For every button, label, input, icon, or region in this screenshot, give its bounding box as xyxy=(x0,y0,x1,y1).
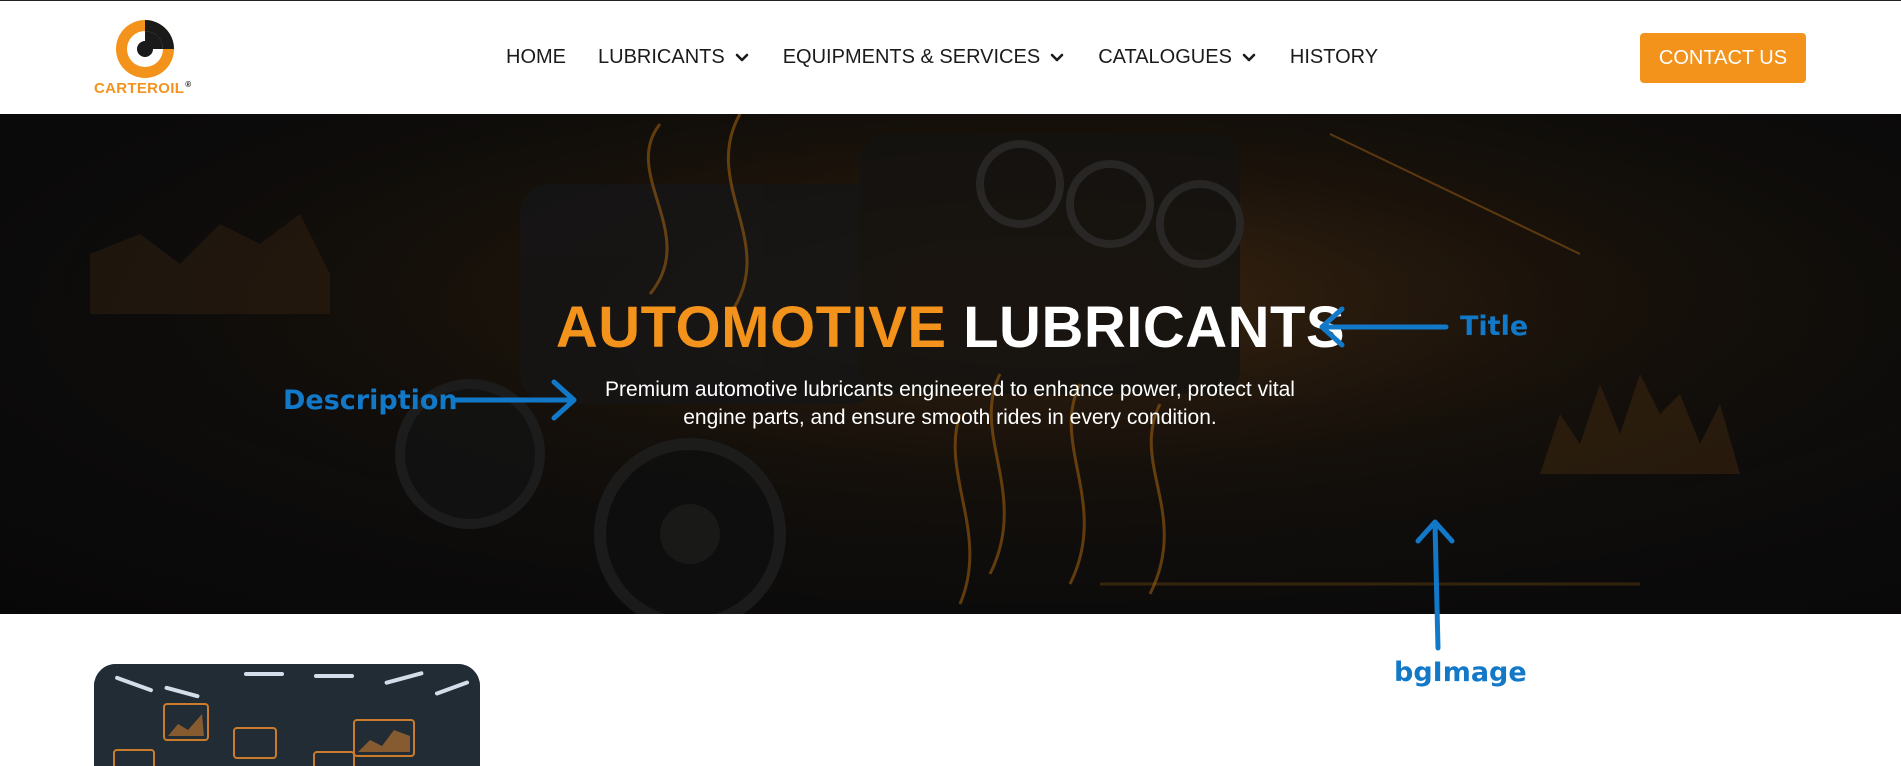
main-nav: HOME LUBRICANTS EQUIPMENTS & SERVICES CA… xyxy=(506,1,1378,114)
hero-banner: AUTOMOTIVE LUBRICANTS Premium automotive… xyxy=(0,114,1901,614)
contact-us-button[interactable]: CONTACT US xyxy=(1640,33,1806,83)
nav-item-label: CATALOGUES xyxy=(1098,46,1232,68)
site-header: CARTEROIL® HOME LUBRICANTS EQUIPMENTS & … xyxy=(0,1,1901,114)
nav-item-catalogues[interactable]: CATALOGUES xyxy=(1098,46,1258,69)
logo-mark-icon xyxy=(116,20,174,78)
logo-text: CARTEROIL® xyxy=(94,80,192,97)
nav-item-home[interactable]: HOME xyxy=(506,46,566,69)
nav-item-label: LUBRICANTS xyxy=(598,46,725,68)
nav-item-history[interactable]: HISTORY xyxy=(1290,46,1378,69)
annotation-bgimage: bgImage xyxy=(1394,657,1527,688)
nav-item-label: EQUIPMENTS & SERVICES xyxy=(782,46,1041,68)
annotation-description: Description xyxy=(283,385,458,416)
chevron-down-icon xyxy=(735,53,749,61)
hero-title: AUTOMOTIVE LUBRICANTS xyxy=(0,294,1901,361)
nav-item-lubricants[interactable]: LUBRICANTS xyxy=(598,46,751,69)
hero-title-accent: AUTOMOTIVE xyxy=(555,295,947,360)
hero-title-main: LUBRICANTS xyxy=(963,295,1346,360)
chevron-down-icon xyxy=(1242,53,1256,61)
warehouse-image xyxy=(94,664,480,766)
nav-item-equipments-services[interactable]: EQUIPMENTS & SERVICES xyxy=(783,46,1066,69)
product-card-image[interactable] xyxy=(94,664,480,766)
nav-item-label: HOME xyxy=(506,46,566,68)
hero-description: Premium automotive lubricants engineered… xyxy=(605,378,1295,429)
hero-background-image xyxy=(0,114,1901,614)
chevron-down-icon xyxy=(1050,53,1064,61)
nav-item-label: HISTORY xyxy=(1289,46,1379,68)
annotation-title: Title xyxy=(1460,311,1529,342)
logo[interactable]: CARTEROIL® xyxy=(94,19,204,99)
